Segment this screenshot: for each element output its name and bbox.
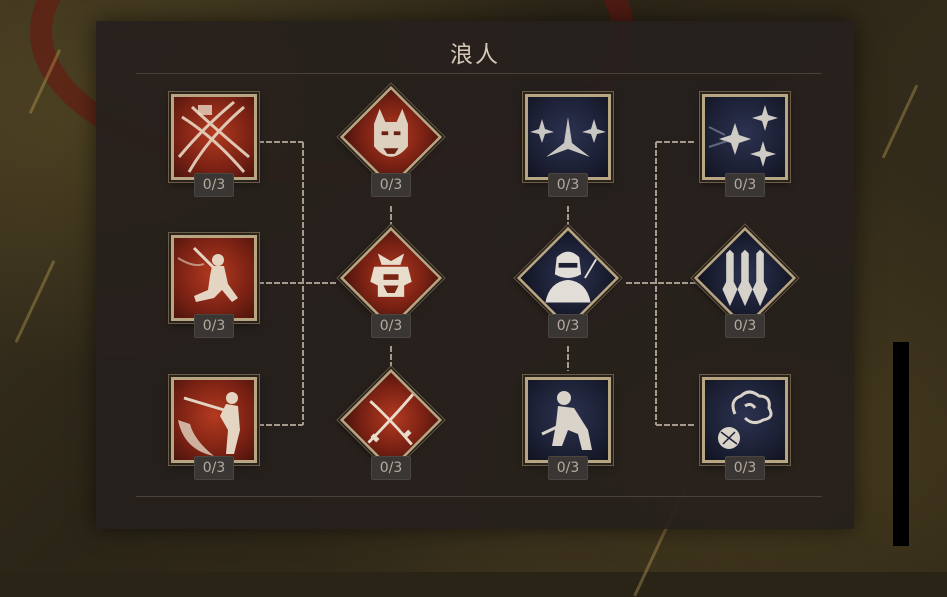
skill-icon-frame (525, 377, 611, 463)
skill-progress: 0/3 (371, 173, 411, 197)
skill-samurai-helmet[interactable]: 0/3 (336, 226, 443, 345)
samurai-helmet-icon (370, 253, 412, 297)
skill-progress: 0/3 (725, 456, 765, 480)
skill-progress: 0/3 (548, 456, 588, 480)
skill-kunai-set[interactable]: 0/3 (690, 226, 797, 345)
skill-triple-shuriken[interactable]: 0/3 (513, 94, 611, 204)
skill-crouching-shinobi[interactable]: 0/3 (513, 377, 611, 487)
skill-oni-mask[interactable]: 0/3 (336, 85, 443, 204)
skill-icon-frame (525, 94, 611, 180)
skill-icon-frame (171, 235, 257, 321)
crouching-shinobi-icon (541, 391, 592, 450)
skill-icon-frame (702, 377, 788, 463)
skill-shuriken-barrage[interactable]: 0/3 (690, 94, 788, 204)
skill-crossed-blades[interactable]: 0/3 (336, 368, 443, 487)
masked-ninja-icon (545, 251, 598, 303)
skill-tree-panel: 浪人 0/3 0/3 0/3 0/3 0/3 0/3 0/3 0/3 0/3 0… (96, 21, 854, 529)
oni-mask-icon (374, 108, 408, 157)
skill-smoke-bomb[interactable]: 0/3 (690, 377, 788, 487)
heavy-cleave-icon (178, 392, 240, 456)
slash-strike-icon (177, 100, 250, 173)
skill-kneeling-swordsman[interactable]: 0/3 (159, 235, 257, 345)
skill-progress: 0/3 (194, 314, 234, 338)
skill-progress: 0/3 (371, 456, 411, 480)
triple-shuriken-icon (530, 117, 606, 157)
skill-icon-frame (702, 94, 788, 180)
skill-progress: 0/3 (548, 314, 588, 338)
skill-progress: 0/3 (725, 314, 765, 338)
skill-progress: 0/3 (194, 456, 234, 480)
skill-progress: 0/3 (725, 173, 765, 197)
crossed-blades-icon (367, 392, 415, 446)
skill-masked-ninja[interactable]: 0/3 (513, 226, 620, 345)
side-scrollbar[interactable] (893, 342, 909, 546)
smoke-bomb-icon (718, 390, 773, 449)
kneeling-swordsman-icon (177, 246, 238, 302)
skill-progress: 0/3 (548, 173, 588, 197)
skill-icon-frame (171, 377, 257, 463)
skill-slash-strike[interactable]: 0/3 (159, 94, 257, 204)
shuriken-barrage-icon (708, 105, 778, 167)
skill-icon-frame (171, 94, 257, 180)
skill-heavy-cleave[interactable]: 0/3 (159, 377, 257, 487)
kunai-icon (722, 249, 768, 307)
skill-progress: 0/3 (371, 314, 411, 338)
skill-progress: 0/3 (194, 173, 234, 197)
